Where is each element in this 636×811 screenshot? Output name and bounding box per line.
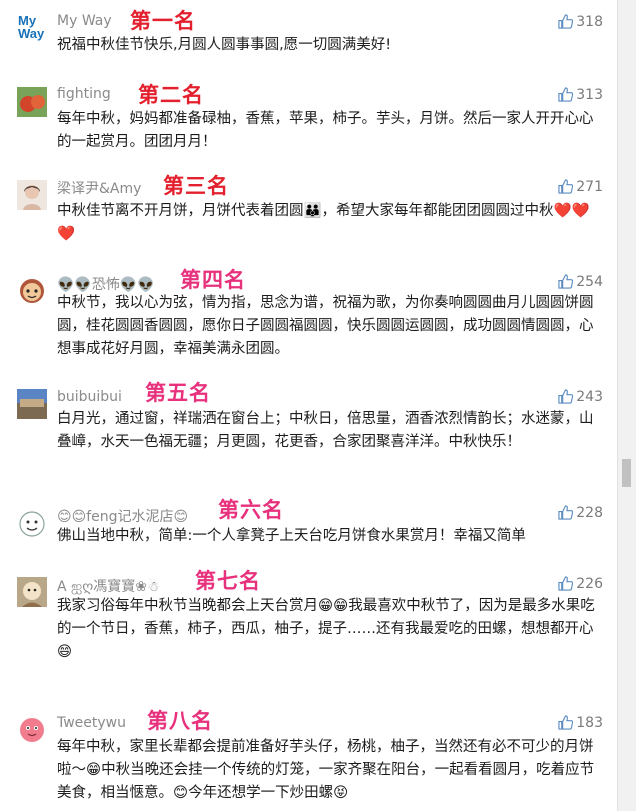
username[interactable]: 😊😊feng记水泥店😊 [57,506,188,526]
like-button[interactable]: 313 [558,87,603,103]
thumbs-up-icon [558,715,576,731]
username[interactable]: buibuibui [57,389,122,405]
username[interactable]: My Way [57,13,112,29]
comment-item-3: 梁译尹&Amy 第三名 271 中秋佳节离不开月饼，月饼代表着团圆👪，希望大家每… [0,170,618,260]
thumbs-up-icon [558,87,576,103]
comment-text: 白月光，通过窗，祥瑞洒在窗台上；中秋日，倍思量，酒香浓烈情韵长；水迷蒙，山叠嶂，… [57,411,594,450]
rank-label: 第七名 [195,569,261,593]
username[interactable]: 梁译尹&Amy [57,178,141,198]
scrollbar-thumb[interactable] [622,459,631,487]
comment-item-6: 😊😊feng记水泥店😊 第六名 228 佛山当地中秋，简单:一个人拿凳子上天台吃… [0,492,618,562]
like-count: 254 [576,274,603,290]
thumbs-up-icon [558,179,576,195]
comment-text: 中秋节，我以心为弦，情为指，思念为谱，祝福为歌，为你奏响圆圆曲月儿圆圆饼圆圆，桂… [57,295,594,357]
rank-label: 第三名 [163,174,229,198]
avatar[interactable] [17,180,47,210]
like-count: 271 [576,179,603,195]
like-count: 318 [576,14,603,30]
like-count: 313 [576,87,603,103]
like-button[interactable]: 183 [558,715,603,731]
thumbs-up-icon [558,389,576,405]
comment-text: 祝福中秋佳节快乐,月圆人圆事事圆,愿一切圆满美好! [57,37,392,53]
comment-text: 佛山当地中秋，简单:一个人拿凳子上天台吃月饼食水果赏月！幸福又简单 [57,528,526,544]
avatar[interactable] [17,87,47,117]
comment-item-4: 👽👽恐怖👽👽 第四名 254 中秋节，我以心为弦，情为指，思念为谱，祝福为歌，为… [0,260,618,380]
comment-text: 我家习俗每年中秋节当晚都会上天台赏月😁😁我最喜欢中秋节了，因为是最多水果吃的一个… [57,598,595,660]
avatar[interactable]: My Way [17,12,47,42]
like-button[interactable]: 271 [558,179,603,195]
rank-label: 第二名 [138,83,204,107]
comment-text: 中秋佳节离不开月饼，月饼代表着团圆👪，希望大家每年都能团团圆圆过中秋❤️❤️❤️ [57,203,590,242]
comment-item-1: My Way My Way 第一名 318 祝福中秋佳节快乐,月圆人圆事事圆,愿… [0,0,618,70]
like-button[interactable]: 243 [558,389,603,405]
thumbs-up-icon [558,14,576,30]
thumbs-up-icon [558,274,576,290]
comment-text: 每年中秋，家里长辈都会提前准备好芋头仔，杨桃，柚子，当然还有必不可少的月饼啦～😁… [57,739,595,801]
avatar[interactable] [17,577,47,607]
like-count: 226 [576,576,603,592]
rank-label: 第一名 [130,9,196,33]
thumbs-up-icon [558,505,576,521]
like-button[interactable]: 228 [558,505,603,521]
avatar[interactable] [17,389,47,419]
username[interactable]: A ஐღ馮寶寶❀☃ [57,576,160,597]
comment-text: 每年中秋，妈妈都准备碌柚，香蕉，苹果，柿子。芋头，月饼。然后一家人开开心心的一起… [57,111,594,150]
like-button[interactable]: 226 [558,576,603,592]
rank-label: 第五名 [145,381,211,405]
comment-item-8: Tweetywu 第八名 183 每年中秋，家里长辈都会提前准备好芋头仔，杨桃，… [0,700,618,811]
like-count: 228 [576,505,603,521]
thumbs-up-icon [558,576,576,592]
username[interactable]: Tweetywu [57,715,126,731]
comment-item-2: fighting 第二名 313 每年中秋，妈妈都准备碌柚，香蕉，苹果，柿子。芋… [0,70,618,170]
avatar[interactable] [17,274,47,304]
username[interactable]: fighting [57,86,111,102]
username[interactable]: 👽👽恐怖👽👽 [57,274,155,294]
like-button[interactable]: 318 [558,14,603,30]
svg-text:Way: Way [18,26,45,41]
comment-item-5: buibuibui 第五名 243 白月光，通过窗，祥瑞洒在窗台上；中秋日，倍思… [0,376,618,488]
comment-item-7: A ஐღ馮寶寶❀☃ 第七名 226 我家习俗每年中秋节当晚都会上天台赏月😁😁我最… [0,564,618,694]
avatar[interactable] [17,714,47,744]
avatar[interactable] [17,508,47,538]
rank-label: 第六名 [218,498,284,522]
like-count: 183 [576,715,603,731]
rank-label: 第八名 [147,709,213,733]
vertical-scrollbar[interactable] [617,0,636,811]
like-button[interactable]: 254 [558,274,603,290]
like-count: 243 [576,389,603,405]
rank-label: 第四名 [180,268,246,292]
